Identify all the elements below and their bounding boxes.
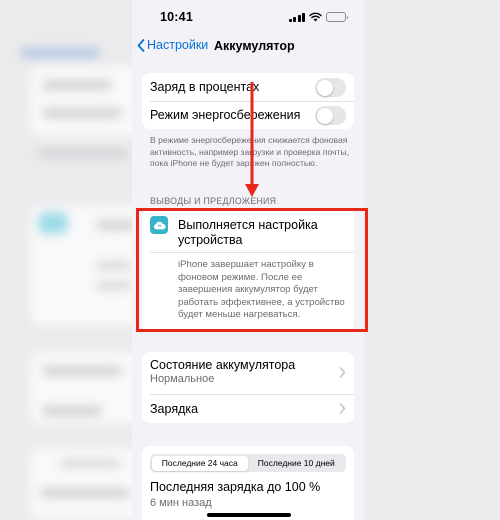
annotation-highlight-box xyxy=(136,208,368,332)
